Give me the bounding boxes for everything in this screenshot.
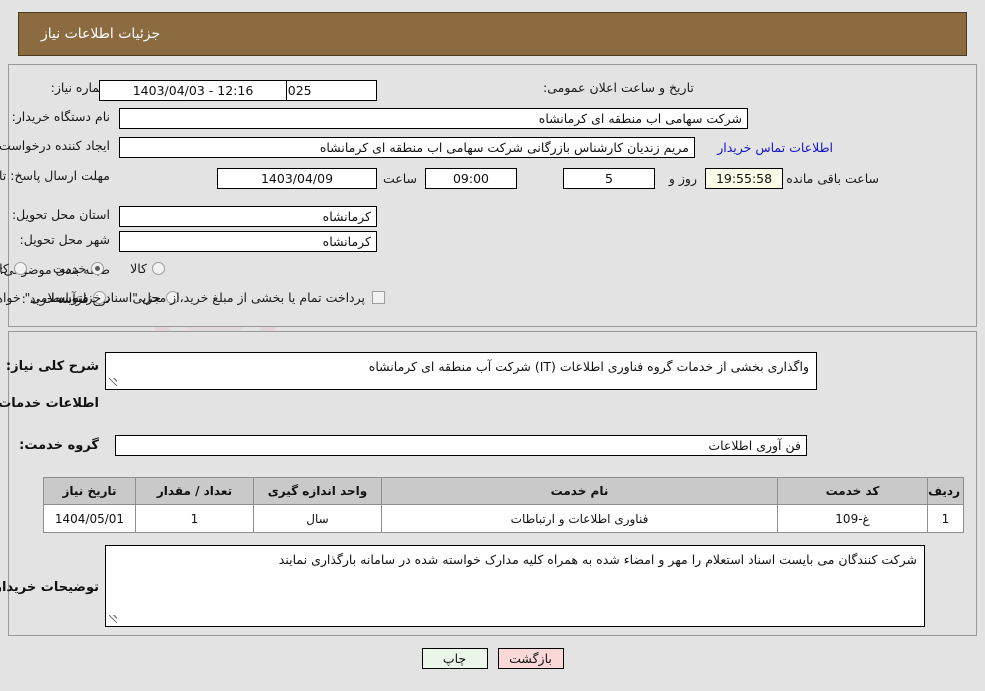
service-group-label: گروه خدمت: xyxy=(19,438,99,453)
days-remaining-field: 5 xyxy=(563,168,655,189)
requester-label: ایجاد کننده درخواست: xyxy=(0,138,110,153)
services-table-header-row: ردیف کد خدمت نام خدمت واحد اندازه گیری تعداد… xyxy=(43,477,964,505)
category-option-2[interactable]: کالا/خدمت xyxy=(0,261,27,276)
buyer-notes-textarea[interactable]: شرکت کنندگان می بایست اسناد استعلام را م… xyxy=(105,545,925,627)
countdown-field: 19:55:58 xyxy=(705,168,783,189)
province-label: استان محل تحویل: xyxy=(11,207,110,222)
services-table-header-3: واحد اندازه گیری xyxy=(253,477,382,505)
category-label-0: کالا xyxy=(130,261,147,276)
back-button[interactable]: بازگشت xyxy=(497,648,564,669)
city-field: کرمانشاه xyxy=(119,231,377,252)
services-table-header-4: تعداد / مقدار xyxy=(135,477,254,505)
treasury-checkbox-row[interactable]: پرداخت تمام یا بخشی از مبلغ خرید،از محل … xyxy=(0,290,385,305)
header-bar: جزئیات اطلاعات نیاز xyxy=(18,12,967,56)
need-info-panel xyxy=(8,64,977,327)
services-table-header-5: تاریخ نیاز xyxy=(43,477,136,505)
services-section-heading: اطلاعات خدمات مورد نیاز xyxy=(0,396,99,411)
services-table-header-0: ردیف xyxy=(927,477,964,505)
province-field: کرمانشاه xyxy=(119,206,377,227)
hour-label: ساعت xyxy=(382,171,417,186)
category-label-2: کالا/خدمت xyxy=(0,261,9,276)
services-table-header-1: کد خدمت xyxy=(777,477,928,505)
page-title: جزئیات اطلاعات نیاز xyxy=(41,26,161,42)
services-cell-0-2: فناوری اطلاعات و ارتباطات xyxy=(381,504,778,533)
requester-field: مریم زندیان کارشناس بازرگانی شرکت سهامی … xyxy=(119,137,695,158)
buyer-org-label: نام دستگاه خریدار: xyxy=(11,109,110,124)
page-root: ParsiTender .net جزئیات اطلاعات نیاز شما… xyxy=(0,0,985,691)
category-radio-2[interactable] xyxy=(13,262,27,275)
table-row: 1 غ-109 فناوری اطلاعات و ارتباطات سال 1 1404/… xyxy=(43,504,964,533)
days-label: روز و xyxy=(668,171,697,186)
services-cell-0-5: 1404/05/01 xyxy=(43,504,136,533)
summary-label: شرح کلی نیاز: xyxy=(5,359,99,374)
services-cell-0-4: 1 xyxy=(135,504,254,533)
buyer-contact-link[interactable]: اطلاعات تماس خریدار xyxy=(717,140,833,155)
treasury-checkbox[interactable] xyxy=(372,291,385,304)
buyer-org-field: شرکت سهامی اب منطقه ای کرمانشاه xyxy=(119,108,748,129)
print-button[interactable]: چاپ xyxy=(421,648,488,669)
deadline-date-field: 1403/04/09 xyxy=(217,168,377,189)
category-radio-1[interactable] xyxy=(91,262,105,275)
category-radio-group[interactable]: کالا خدمت کالا/خدمت xyxy=(0,261,165,276)
services-table-header-2: نام خدمت xyxy=(381,477,778,505)
public-announce-label: تاریخ و ساعت اعلان عمومی: xyxy=(543,80,694,95)
services-cell-0-1: غ-109 xyxy=(777,504,928,533)
city-label: شهر محل تحویل: xyxy=(19,232,110,247)
summary-textarea[interactable]: واگذاری بخشی از خدمات گروه فناوری اطلاعا… xyxy=(105,352,817,390)
category-radio-0[interactable] xyxy=(152,262,165,275)
deadline-time-field: 09:00 xyxy=(425,168,517,189)
category-option-1[interactable]: خدمت xyxy=(52,261,105,276)
services-cell-0-0: 1 xyxy=(927,504,964,533)
deadline-label: مهلت ارسال پاسخ: تا تاریخ: xyxy=(0,168,110,183)
services-cell-0-3: سال xyxy=(253,504,382,533)
service-group-field: فن آوری اطلاعات xyxy=(115,435,807,456)
buyer-notes-label: توضیحات خریدار: xyxy=(0,580,99,595)
countdown-label: ساعت باقی مانده xyxy=(786,171,879,186)
public-announce-field: 12:16 - 1403/04/03 xyxy=(99,80,287,101)
services-table: ردیف کد خدمت نام خدمت واحد اندازه گیری تعداد… xyxy=(43,477,964,533)
category-option-0[interactable]: کالا xyxy=(130,261,165,276)
treasury-checkbox-label: پرداخت تمام یا بخشی از مبلغ خرید،از محل … xyxy=(0,290,365,305)
category-label-1: خدمت xyxy=(52,261,87,276)
action-button-bar: بازگشت چاپ xyxy=(0,648,985,669)
